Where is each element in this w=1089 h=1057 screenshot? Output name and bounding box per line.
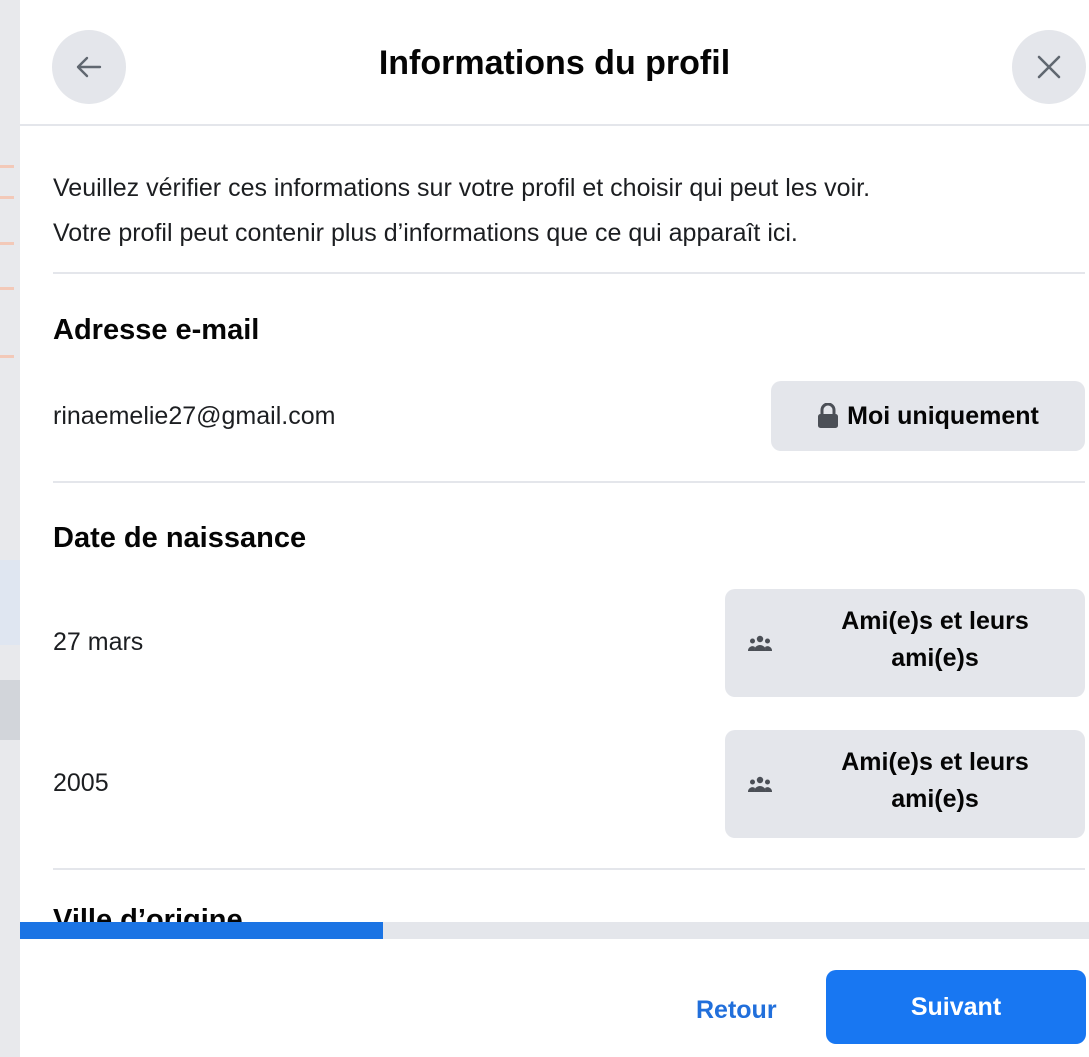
background-mark (0, 242, 14, 245)
background-mark (0, 196, 14, 199)
birth-year-value: 2005 (53, 769, 109, 797)
birth-year-audience-button[interactable]: Ami(e)s et leurs ami(e)s (725, 730, 1085, 838)
intro-line: Veuillez vérifier ces informations sur v… (53, 174, 871, 202)
background-mark (0, 165, 14, 168)
progress-bar (20, 922, 1089, 939)
audience-label: Ami(e)s et leurs ami(e)s (785, 744, 1085, 818)
close-button[interactable] (1012, 30, 1086, 104)
audience-label: Ami(e)s et leurs ami(e)s (785, 603, 1085, 677)
birth-day-value: 27 mars (53, 628, 144, 656)
background-mark (0, 355, 14, 358)
hometown-section-title-text: Ville d’origine (53, 904, 243, 922)
audience-label-line: ami(e)s (891, 785, 979, 813)
divider (53, 272, 1085, 274)
audience-label-line: Ami(e)s et leurs (841, 607, 1029, 635)
background-block (0, 680, 20, 740)
audience-label-line: ami(e)s (891, 644, 979, 672)
email-section-title: Adresse e-mail (53, 314, 260, 346)
divider (53, 868, 1085, 870)
back-button[interactable]: Retour (696, 996, 777, 1025)
background-block (0, 560, 20, 645)
progress-bar-fill (20, 922, 384, 939)
close-icon (1037, 55, 1061, 79)
hometown-section-title: Ville d’origine (53, 898, 653, 922)
intro-text: Veuillez vérifier ces informations sur v… (53, 166, 1073, 256)
friends-icon (748, 776, 772, 792)
audience-label-line: Ami(e)s et leurs (841, 748, 1029, 776)
birthday-section-title: Date de naissance (53, 522, 307, 554)
friends-icon (748, 635, 772, 651)
background-mark (0, 287, 14, 290)
email-value: rinaemelie27@gmail.com (53, 402, 336, 430)
intro-line: Votre profil peut contenir plus d’inform… (53, 219, 798, 247)
divider (53, 481, 1085, 483)
background-page (0, 0, 20, 1057)
next-button[interactable]: Suivant (826, 970, 1086, 1044)
dialog-title: Informations du profil (378, 44, 731, 82)
dialog-header: Informations du profil (20, 0, 1089, 126)
lock-icon (818, 403, 839, 428)
audience-label: Moi uniquement (847, 401, 1039, 430)
email-audience-button[interactable]: Moi uniquement (771, 381, 1085, 451)
profile-info-dialog: Informations du profil Veuillez vérifier… (20, 0, 1089, 1057)
birth-day-audience-button[interactable]: Ami(e)s et leurs ami(e)s (725, 589, 1085, 697)
